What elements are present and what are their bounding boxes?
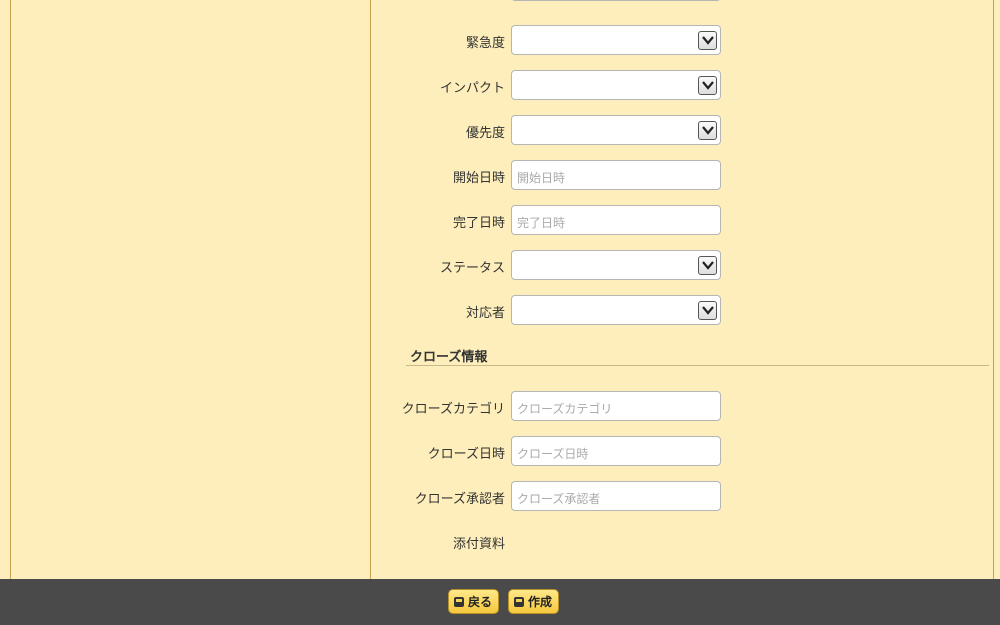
save-icon bbox=[454, 596, 464, 607]
start-datetime-placeholder: 開始日時 bbox=[517, 171, 566, 185]
field-row-status: ステータス bbox=[371, 250, 731, 280]
chevron-down-icon bbox=[698, 76, 717, 95]
end-datetime-placeholder: 完了日時 bbox=[517, 216, 566, 230]
field-row-impact: インパクト bbox=[371, 70, 731, 100]
close-category-label: クローズカテゴリ bbox=[401, 402, 505, 417]
field-row-end-datetime: 完了日時 完了日時 bbox=[371, 205, 731, 235]
footer-bar bbox=[0, 579, 1000, 625]
section-divider bbox=[406, 365, 989, 366]
close-category-placeholder: クローズカテゴリ bbox=[517, 402, 613, 416]
end-datetime-label: 完了日時 bbox=[452, 216, 505, 231]
urgency-select[interactable] bbox=[511, 25, 721, 55]
field-row-assignee: 対応者 bbox=[371, 295, 731, 325]
close-approver-input[interactable]: クローズ承認者 bbox=[511, 481, 721, 511]
create-button-label: 作成 bbox=[528, 595, 553, 609]
field-row-close-datetime: クローズ日時 クローズ日時 bbox=[371, 436, 731, 466]
assignee-select[interactable] bbox=[511, 295, 721, 325]
end-datetime-input[interactable]: 完了日時 bbox=[511, 205, 721, 235]
start-datetime-label: 開始日時 bbox=[452, 171, 505, 186]
close-datetime-input[interactable]: クローズ日時 bbox=[511, 436, 721, 466]
chevron-down-icon bbox=[698, 256, 717, 275]
field-row-priority: 優先度 bbox=[371, 115, 731, 145]
attachment-label: 添付資料 bbox=[452, 537, 505, 552]
assignee-label: 対応者 bbox=[465, 306, 505, 321]
field-row-top bbox=[371, 0, 731, 1]
status-label: ステータス bbox=[439, 261, 505, 276]
create-button[interactable]: 作成 bbox=[508, 589, 560, 614]
priority-select[interactable] bbox=[511, 115, 721, 145]
status-select[interactable] bbox=[511, 250, 721, 280]
chevron-down-icon bbox=[698, 31, 717, 50]
field-row-close-approver: クローズ承認者 クローズ承認者 bbox=[371, 481, 731, 511]
close-approver-label: クローズ承認者 bbox=[414, 492, 505, 507]
top-select[interactable] bbox=[511, 0, 721, 1]
chevron-down-icon bbox=[698, 121, 717, 140]
close-datetime-label: クローズ日時 bbox=[427, 447, 505, 462]
field-row-start-datetime: 開始日時 開始日時 bbox=[371, 160, 731, 190]
close-category-input[interactable]: クローズカテゴリ bbox=[511, 391, 721, 421]
close-section-title: クローズ情報 bbox=[410, 350, 488, 365]
impact-select[interactable] bbox=[511, 70, 721, 100]
close-approver-placeholder: クローズ承認者 bbox=[517, 492, 601, 506]
field-row-attachment: 添付資料 bbox=[371, 526, 731, 556]
field-row-close-category: クローズカテゴリ クローズカテゴリ bbox=[371, 391, 731, 421]
start-datetime-input[interactable]: 開始日時 bbox=[511, 160, 721, 190]
priority-label: 優先度 bbox=[465, 126, 505, 141]
urgency-label: 緊急度 bbox=[465, 36, 505, 51]
back-button[interactable]: 戻る bbox=[448, 589, 500, 614]
save-icon bbox=[514, 596, 524, 607]
back-button-label: 戻る bbox=[468, 595, 493, 609]
field-row-urgency: 緊急度 bbox=[371, 25, 731, 55]
close-datetime-placeholder: クローズ日時 bbox=[517, 447, 589, 461]
impact-label: インパクト bbox=[439, 81, 505, 96]
chevron-down-icon bbox=[698, 301, 717, 320]
form-panel: 緊急度 インパクト 優先度 開始日時 開始日時 完了日時 完了日時 ステータス … bbox=[370, 0, 994, 586]
